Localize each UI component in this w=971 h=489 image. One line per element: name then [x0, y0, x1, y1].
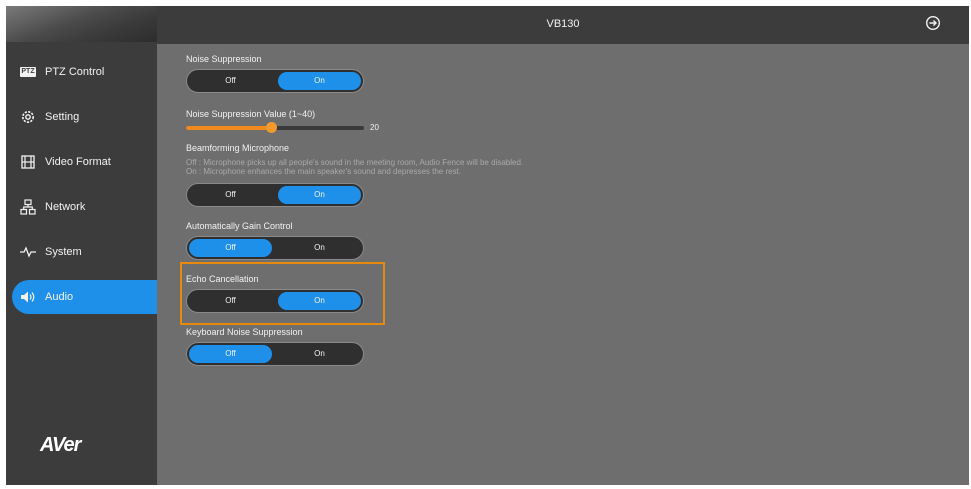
agc-on-button[interactable]: On [278, 239, 361, 257]
beamforming-toggle[interactable]: Off On [186, 183, 364, 207]
beamforming-on-button[interactable]: On [278, 186, 361, 204]
sidebar-item-ptz-control[interactable]: PTZ PTZ Control [12, 55, 162, 89]
agc-toggle[interactable]: Off On [186, 236, 364, 260]
logout-icon[interactable] [925, 15, 941, 31]
sidebar-header [6, 6, 157, 42]
noise-suppression-slider[interactable] [186, 122, 364, 133]
noise-suppression-label: Noise Suppression [186, 54, 262, 64]
ptz-icon: PTZ [20, 67, 36, 77]
speaker-icon [20, 289, 36, 305]
beamforming-desc-off: Off : Microphone picks up all people's s… [186, 158, 524, 167]
keyboard-noise-toggle[interactable]: Off On [186, 342, 364, 366]
echo-cancellation-toggle[interactable]: Off On [186, 289, 364, 313]
noise-suppression-value: 20 [370, 123, 379, 132]
noise-suppression-off-button[interactable]: Off [189, 72, 272, 90]
sidebar-item-label: Video Format [45, 156, 111, 168]
network-icon [20, 199, 36, 215]
slider-handle[interactable] [266, 122, 277, 133]
sidebar-item-label: Setting [45, 111, 80, 123]
gear-icon [20, 109, 36, 125]
header-bar: VB130 [157, 6, 969, 44]
sidebar-item-audio[interactable]: Audio [12, 280, 157, 314]
echo-cancellation-label: Echo Cancellation [186, 274, 259, 284]
sidebar-item-video-format[interactable]: Video Format [12, 145, 162, 179]
echo-cancellation-on-button[interactable]: On [278, 292, 361, 310]
sidebar-item-label: PTZ Control [45, 66, 105, 78]
sidebar-item-setting[interactable]: Setting [12, 100, 162, 134]
sidebar-item-label: Audio [45, 291, 74, 303]
sidebar-item-system[interactable]: System [12, 235, 162, 269]
sidebar-item-label: Network [45, 201, 86, 213]
beamforming-off-button[interactable]: Off [189, 186, 272, 204]
beamforming-desc-on: On : Microphone enhances the main speake… [186, 167, 462, 176]
pulse-icon [20, 244, 36, 260]
agc-label: Automatically Gain Control [186, 221, 293, 231]
noise-suppression-toggle[interactable]: Off On [186, 69, 364, 93]
film-icon [20, 154, 36, 170]
agc-off-button[interactable]: Off [189, 239, 272, 257]
page-title: VB130 [546, 18, 580, 30]
keyboard-noise-on-button[interactable]: On [278, 345, 361, 363]
aver-logo: AVer [40, 434, 81, 456]
sidebar-item-label: System [45, 246, 82, 258]
slider-fill [186, 126, 271, 130]
beamforming-label: Beamforming Microphone [186, 143, 290, 153]
sidebar-item-network[interactable]: Network [12, 190, 162, 224]
echo-cancellation-off-button[interactable]: Off [189, 292, 272, 310]
keyboard-noise-label: Keyboard Noise Suppression [186, 327, 303, 337]
noise-suppression-value-label: Noise Suppression Value (1~40) [186, 109, 316, 119]
sidebar: PTZ PTZ Control Setting Video Format Net… [6, 6, 157, 485]
keyboard-noise-off-button[interactable]: Off [189, 345, 272, 363]
noise-suppression-on-button[interactable]: On [278, 72, 361, 90]
app-window: PTZ PTZ Control Setting Video Format Net… [6, 6, 969, 485]
